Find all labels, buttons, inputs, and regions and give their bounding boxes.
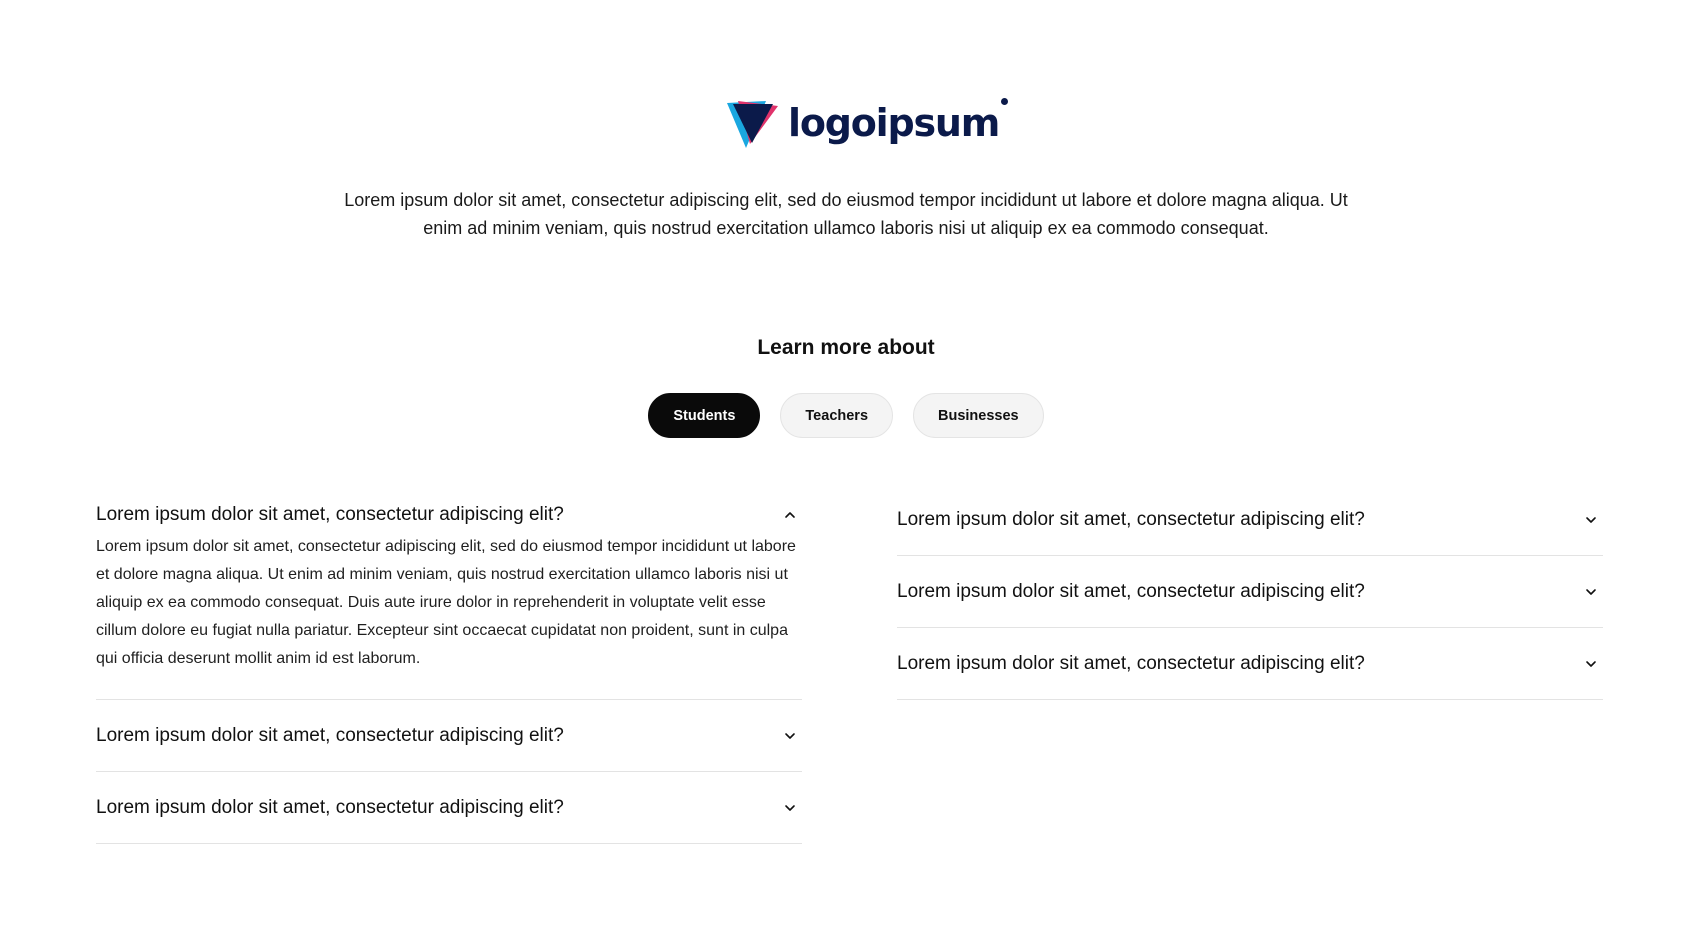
faq-item: Lorem ipsum dolor sit amet, consectetur … (96, 700, 802, 772)
faq-question-toggle[interactable]: Lorem ipsum dolor sit amet, consectetur … (897, 628, 1603, 699)
faq-item: Lorem ipsum dolor sit amet, consectetur … (897, 556, 1603, 628)
section-title: Learn more about (757, 336, 935, 359)
tab-teachers[interactable]: Teachers (780, 393, 894, 438)
audience-tabs: Students Teachers Businesses (0, 393, 1692, 438)
tab-students[interactable]: Students (648, 393, 761, 438)
intro-text: Lorem ipsum dolor sit amet, consectetur … (344, 190, 1348, 238)
faq-column-right: Lorem ipsum dolor sit amet, consectetur … (897, 484, 1603, 700)
faq-question: Lorem ipsum dolor sit amet, consectetur … (897, 580, 1365, 602)
chevron-down-icon[interactable] (780, 798, 800, 818)
faq-question-toggle[interactable]: Lorem ipsum dolor sit amet, consectetur … (96, 700, 802, 771)
faq-question-toggle[interactable]: Lorem ipsum dolor sit amet, consectetur … (96, 772, 802, 843)
faq-question: Lorem ipsum dolor sit amet, consectetur … (897, 652, 1365, 674)
chevron-down-icon[interactable] (1581, 582, 1601, 602)
faq-question: Lorem ipsum dolor sit amet, consectetur … (96, 504, 564, 525)
faq-answer: Lorem ipsum dolor sit amet, consectetur … (96, 538, 796, 667)
faq-question-toggle[interactable]: Lorem ipsum dolor sit amet, consectetur … (897, 484, 1603, 555)
tab-businesses[interactable]: Businesses (913, 393, 1044, 438)
chevron-down-icon[interactable] (1581, 510, 1601, 530)
faq-question: Lorem ipsum dolor sit amet, consectetur … (96, 796, 564, 818)
faq-question-toggle[interactable]: Lorem ipsum dolor sit amet, consectetur … (897, 556, 1603, 627)
brand-logo[interactable]: logoipsum (724, 97, 1009, 152)
tab-label: Businesses (938, 407, 1019, 424)
tab-label: Students (673, 407, 736, 424)
tab-label: Teachers (805, 407, 869, 424)
faq-item: Lorem ipsum dolor sit amet, consectetur … (897, 628, 1603, 700)
faq-item: Lorem ipsum dolor sit amet, consectetur … (96, 484, 802, 700)
chevron-down-icon[interactable] (1581, 654, 1601, 674)
faq-column-left: Lorem ipsum dolor sit amet, consectetur … (96, 484, 802, 844)
logo-mark-icon (727, 101, 778, 148)
logo-wordmark: logoipsum (788, 101, 1000, 145)
faq-question: Lorem ipsum dolor sit amet, consectetur … (897, 508, 1365, 530)
faq-item: Lorem ipsum dolor sit amet, consectetur … (96, 772, 802, 844)
faq-question: Lorem ipsum dolor sit amet, consectetur … (96, 724, 564, 746)
chevron-down-icon[interactable] (780, 726, 800, 746)
faq-item: Lorem ipsum dolor sit amet, consectetur … (897, 484, 1603, 556)
logo-dot (1001, 97, 1009, 105)
chevron-up-icon[interactable] (780, 505, 800, 525)
